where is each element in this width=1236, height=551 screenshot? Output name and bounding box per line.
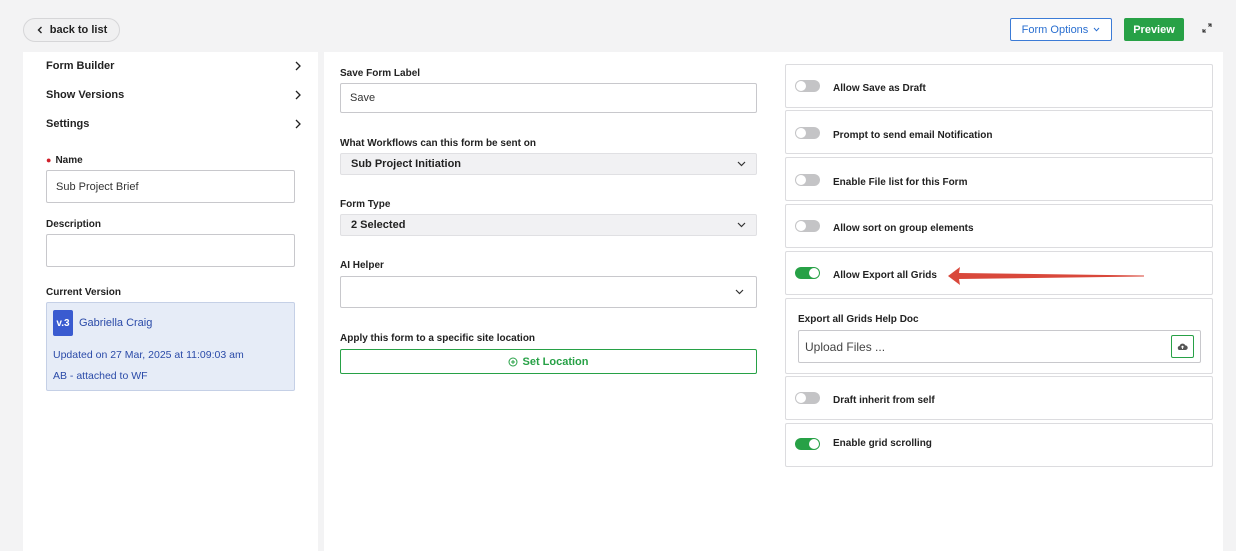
form-options-button[interactable]: Form Options <box>1010 18 1112 41</box>
toggle-switch[interactable] <box>795 80 820 92</box>
nav-item-show-versions[interactable]: Show Versions <box>46 85 302 105</box>
current-version-label: Current Version <box>46 287 122 298</box>
nav-item-label: Form Builder <box>46 60 115 72</box>
chevron-right-icon <box>295 119 301 129</box>
name-label: ● Name <box>46 155 83 166</box>
set-location-label: Set Location <box>522 355 589 368</box>
toggle-row-draft-inherit: Draft inherit from self <box>785 376 1213 420</box>
preview-button[interactable]: Preview <box>1124 18 1184 41</box>
back-to-list-button[interactable]: back to list <box>23 18 120 42</box>
nav-item-form-builder[interactable]: Form Builder <box>46 56 302 76</box>
toggle-label: Allow Save as Draft <box>833 83 926 94</box>
expand-icon[interactable] <box>1201 22 1213 34</box>
nav-item-label: Show Versions <box>46 89 125 101</box>
toggle-label: Enable grid scrolling <box>833 438 932 449</box>
upload-button[interactable] <box>1171 335 1194 358</box>
form-type-value: 2 Selected <box>351 219 406 231</box>
form-type-title: Form Type <box>340 199 391 210</box>
toggle-row-enable-file-list: Enable File list for this Form <box>785 157 1213 201</box>
name-input[interactable]: Sub Project Brief <box>46 170 295 203</box>
toggle-switch[interactable] <box>795 392 820 404</box>
toggle-row-enable-grid-scrolling: Enable grid scrolling <box>785 423 1213 467</box>
toggle-label: Allow sort on group elements <box>833 223 974 234</box>
form-settings-panel: Save Form Label Save What Workflows can … <box>324 52 1223 551</box>
annotation-arrow-icon <box>948 267 1144 285</box>
nav-item-settings[interactable]: Settings <box>46 114 302 134</box>
chevron-left-icon <box>37 26 42 34</box>
upload-files-input[interactable]: Upload Files ... <box>798 330 1201 363</box>
workflows-select[interactable]: Sub Project Initiation <box>340 153 757 175</box>
toggle-switch[interactable] <box>795 174 820 186</box>
toggle-row-allow-save-as-draft: Allow Save as Draft <box>785 64 1213 108</box>
workflows-title: What Workflows can this form be sent on <box>340 138 536 149</box>
export-help-title: Export all Grids Help Doc <box>798 314 919 325</box>
description-input[interactable] <box>46 234 295 267</box>
version-note: AB - attached to WF <box>53 370 148 382</box>
current-version-card: v.3 Gabriella Craig Updated on 27 Mar, 2… <box>46 302 295 391</box>
toggle-label: Enable File list for this Form <box>833 177 968 188</box>
export-help-doc-row: Export all Grids Help Doc Upload Files .… <box>785 298 1213 374</box>
workflows-value: Sub Project Initiation <box>351 158 462 170</box>
apply-location-title: Apply this form to a specific site locat… <box>340 333 536 344</box>
set-location-button[interactable]: Set Location <box>340 349 757 374</box>
save-form-label-input[interactable]: Save <box>340 83 757 113</box>
target-icon <box>508 357 518 366</box>
toggle-label: Prompt to send email Notification <box>833 130 993 141</box>
chevron-down-icon <box>735 289 744 295</box>
toggle-label: Allow Export all Grids <box>833 270 937 281</box>
toggle-switch[interactable] <box>795 220 820 232</box>
save-form-label-title: Save Form Label <box>340 68 421 79</box>
toggle-switch[interactable] <box>795 438 820 450</box>
required-indicator: ● <box>46 155 52 165</box>
chevron-right-icon <box>295 61 301 71</box>
chevron-down-icon <box>1093 27 1100 32</box>
toggle-label: Draft inherit from self <box>833 395 935 406</box>
cloud-upload-icon <box>1177 343 1188 351</box>
upload-placeholder: Upload Files ... <box>805 339 886 354</box>
toggle-row-allow-sort: Allow sort on group elements <box>785 204 1213 248</box>
form-options-label: Form Options <box>1021 23 1089 36</box>
left-sidebar: Form Builder Show Versions Settings ● Nam… <box>23 52 318 551</box>
version-user: Gabriella Craig <box>79 317 153 329</box>
chevron-down-icon <box>737 222 746 228</box>
toggle-switch[interactable] <box>795 267 820 279</box>
ai-helper-title: AI Helper <box>340 260 384 271</box>
chevron-right-icon <box>295 90 301 100</box>
ai-helper-select[interactable] <box>340 276 757 308</box>
description-label: Description <box>46 219 102 230</box>
chevron-down-icon <box>737 161 746 167</box>
back-to-list-label: back to list <box>49 24 108 36</box>
toggle-row-prompt-email: Prompt to send email Notification <box>785 110 1213 154</box>
form-type-select[interactable]: 2 Selected <box>340 214 757 236</box>
version-badge: v.3 <box>53 310 73 336</box>
version-updated: Updated on 27 Mar, 2025 at 11:09:03 am <box>53 349 244 361</box>
toggle-switch[interactable] <box>795 127 820 139</box>
nav-item-label: Settings <box>46 118 90 130</box>
